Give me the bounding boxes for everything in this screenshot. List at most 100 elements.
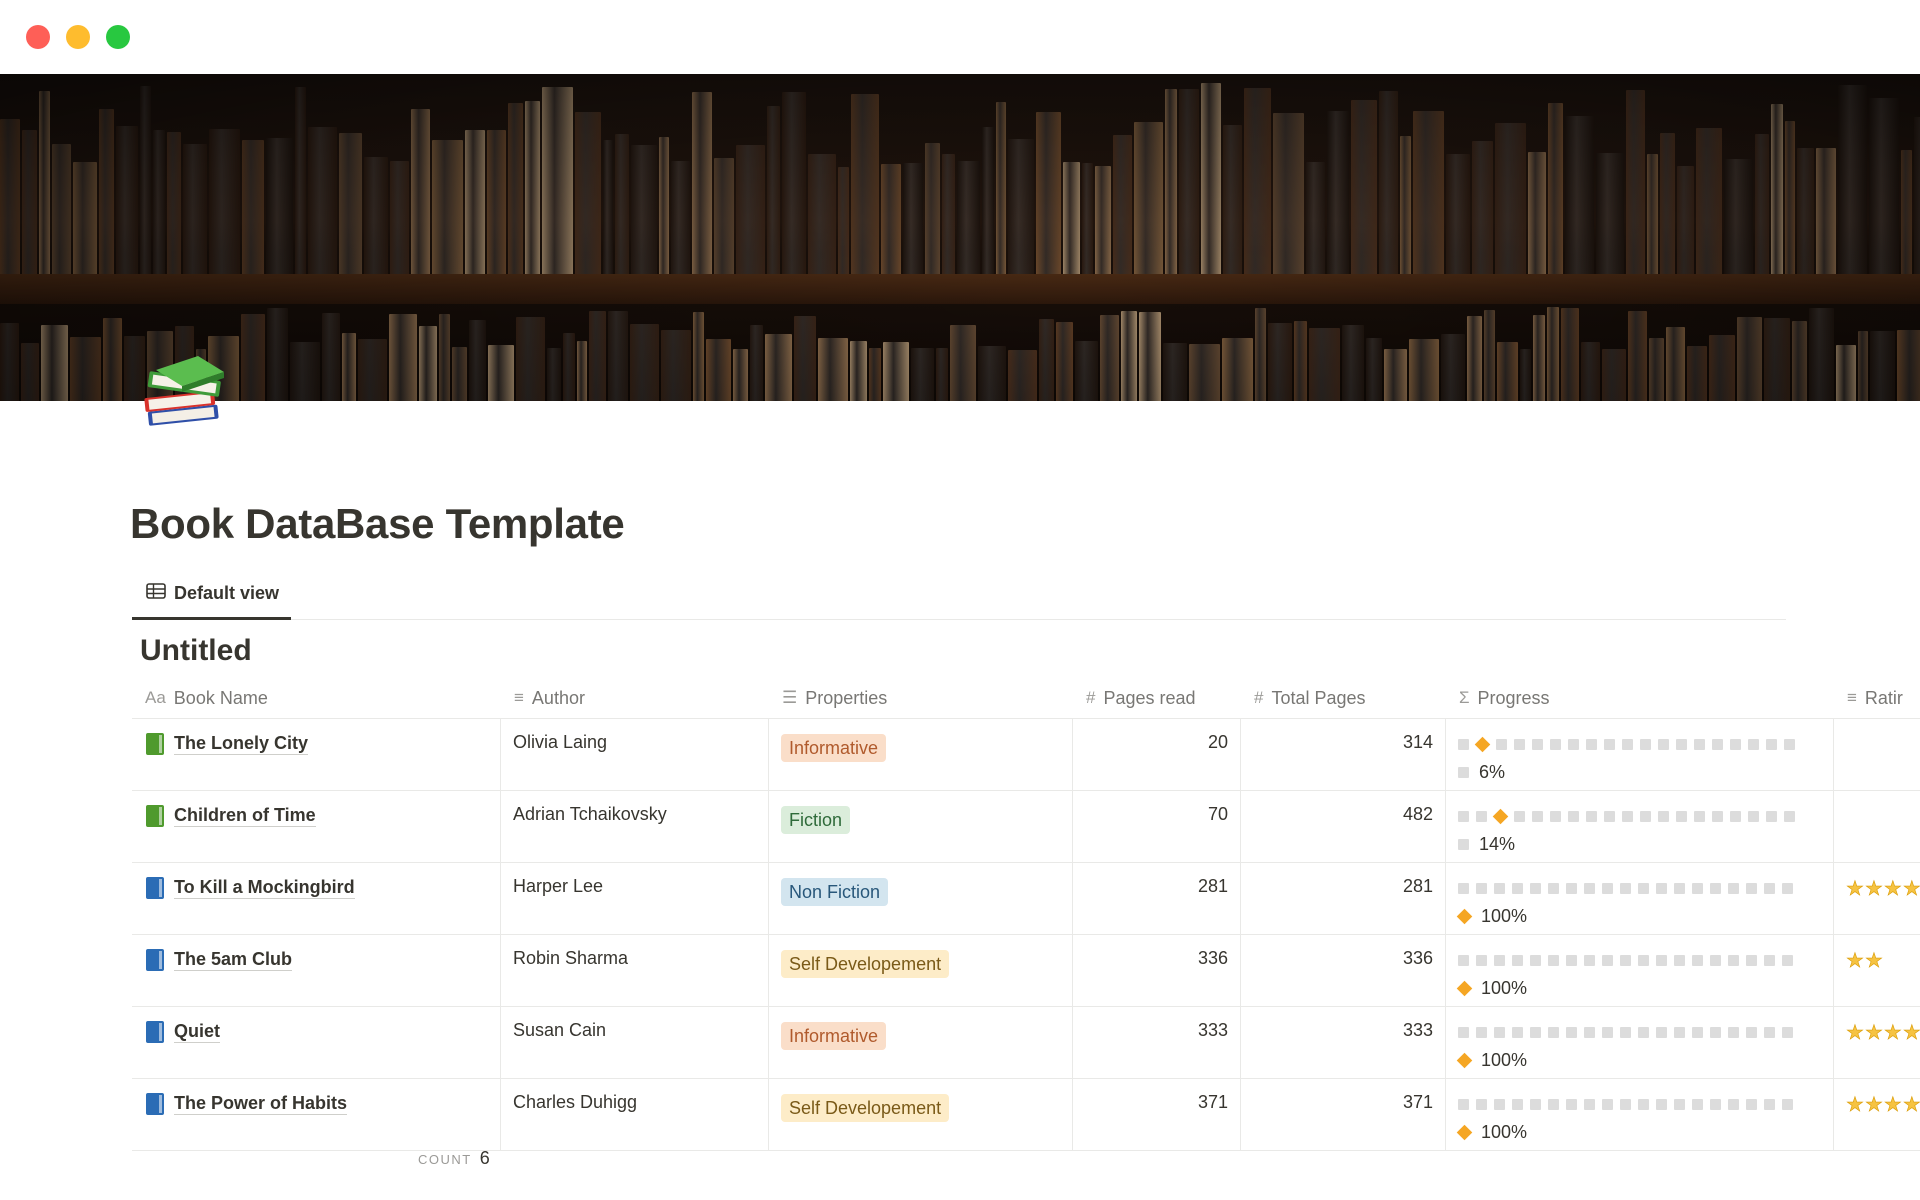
rating-cell[interactable]	[1834, 791, 1920, 863]
column-header-author[interactable]: ≡ Author	[501, 677, 585, 719]
book-name-cell[interactable]: To Kill a Mockingbird	[132, 863, 501, 935]
author-cell[interactable]: Harper Lee	[501, 863, 769, 935]
minimize-window-button[interactable]	[66, 25, 90, 49]
table-row[interactable]: The Lonely City Olivia Laing Informative 20…	[132, 719, 1920, 791]
tab-default-view[interactable]: Default view	[132, 570, 292, 620]
cover-book-spine	[266, 138, 293, 276]
page-cover-image[interactable]	[0, 74, 1920, 401]
book-name[interactable]: The Power of Habits	[174, 1092, 348, 1115]
table-row[interactable]: Quiet Susan Cain Informative 333 333 100% ★ ★ ★ ★	[132, 1007, 1920, 1079]
author-cell[interactable]: Olivia Laing	[501, 719, 769, 791]
progress-square	[1674, 954, 1685, 966]
table-footer-count[interactable]: COUNT 6	[418, 1148, 490, 1169]
star-icon: ★	[1864, 878, 1884, 900]
progress-marker-icon	[1456, 1124, 1473, 1141]
properties-cell[interactable]: Non Fiction	[769, 863, 1073, 935]
cover-book-spine	[116, 126, 138, 276]
cover-book-spine	[1222, 338, 1253, 401]
progress-percent: 100%	[1481, 1050, 1528, 1070]
blue-book-icon	[146, 948, 164, 971]
zoom-window-button[interactable]	[106, 25, 130, 49]
cover-book-spine	[1687, 346, 1707, 401]
rating-cell[interactable]: ★ ★ ★ ★	[1834, 1079, 1920, 1151]
book-name-cell[interactable]: The Power of Habits	[132, 1079, 501, 1151]
column-header-total-pages[interactable]: # Total Pages	[1241, 677, 1366, 719]
progress-square	[1728, 882, 1739, 894]
pages-read-cell[interactable]: 333	[1073, 1007, 1241, 1079]
star-icon: ★	[1883, 1094, 1903, 1116]
rating-cell[interactable]: ★ ★	[1834, 935, 1920, 1007]
books-icon[interactable]	[136, 346, 232, 442]
cover-shelf-plank	[0, 274, 1920, 304]
book-name-cell[interactable]: Quiet	[132, 1007, 501, 1079]
author-cell[interactable]: Adrian Tchaikovsky	[501, 791, 769, 863]
cover-book-spine	[0, 323, 19, 401]
progress-square	[1692, 1098, 1703, 1110]
progress-square	[1638, 954, 1649, 966]
book-name[interactable]: The Lonely City	[174, 732, 309, 755]
progress-percent-line: 6%	[1458, 762, 1821, 783]
book-name[interactable]: Quiet	[174, 1020, 221, 1043]
progress-square	[1584, 882, 1595, 894]
cover-book-spine	[1870, 331, 1895, 401]
book-name-cell[interactable]: The Lonely City	[132, 719, 501, 791]
table-row[interactable]: To Kill a Mockingbird Harper Lee Non Ficti…	[132, 863, 1920, 935]
author-cell[interactable]: Charles Duhigg	[501, 1079, 769, 1151]
pages-read-cell[interactable]: 20	[1073, 719, 1241, 791]
properties-cell[interactable]: Informative	[769, 1007, 1073, 1079]
rating-cell[interactable]: ★ ★ ★ ★	[1834, 1007, 1920, 1079]
column-header-properties[interactable]: ☰ Properties	[769, 677, 887, 719]
progress-square	[1638, 1026, 1649, 1038]
properties-cell[interactable]: Informative	[769, 719, 1073, 791]
progress-percent-line: 100%	[1456, 906, 1821, 927]
author-cell[interactable]: Susan Cain	[501, 1007, 769, 1079]
progress-square	[1674, 882, 1685, 894]
database-title[interactable]: Untitled	[140, 634, 252, 668]
properties-cell[interactable]: Fiction	[769, 791, 1073, 863]
cover-book-spine	[978, 346, 1006, 401]
star-icon: ★	[1864, 950, 1884, 972]
table-row[interactable]: Children of Time Adrian Tchaikovsky Fictio…	[132, 791, 1920, 863]
database-table: Aa Book Name ≡ Author ☰ Properties # Pag…	[132, 677, 1920, 1151]
cover-book-spine	[661, 330, 691, 401]
book-name[interactable]: To Kill a Mockingbird	[174, 876, 355, 899]
rating-cell[interactable]: ★ ★ ★ ★	[1834, 863, 1920, 935]
column-header-progress[interactable]: Σ Progress	[1446, 677, 1550, 719]
total-pages-cell[interactable]: 371	[1241, 1079, 1446, 1151]
table-row[interactable]: The 5am Club Robin Sharma Self Developemen…	[132, 935, 1920, 1007]
cover-book-spine	[1565, 116, 1594, 276]
table-row[interactable]: The Power of Habits Charles Duhigg Self De…	[132, 1079, 1920, 1151]
progress-bar	[1458, 736, 1821, 752]
book-name-cell[interactable]: The 5am Club	[132, 935, 501, 1007]
total-pages-cell[interactable]: 314	[1241, 719, 1446, 791]
book-name-cell[interactable]: Children of Time	[132, 791, 501, 863]
progress-square	[1728, 1098, 1739, 1110]
pages-read-cell[interactable]: 371	[1073, 1079, 1241, 1151]
column-header-rating[interactable]: ≡ Ratir	[1834, 677, 1903, 719]
pages-read-cell[interactable]: 336	[1073, 935, 1241, 1007]
cover-book-spine	[1223, 125, 1242, 276]
column-header-pages-read[interactable]: # Pages read	[1073, 677, 1196, 719]
total-pages-cell[interactable]: 482	[1241, 791, 1446, 863]
page-title[interactable]: Book DataBase Template	[130, 500, 625, 548]
pages-read-cell[interactable]: 70	[1073, 791, 1241, 863]
total-pages-cell[interactable]: 336	[1241, 935, 1446, 1007]
progress-square	[1586, 810, 1597, 822]
rating-cell[interactable]	[1834, 719, 1920, 791]
cover-book-spine	[1724, 159, 1753, 276]
total-pages-cell[interactable]: 333	[1241, 1007, 1446, 1079]
progress-square	[1494, 1026, 1505, 1038]
book-name[interactable]: Children of Time	[174, 804, 316, 827]
properties-cell[interactable]: Self Developement	[769, 935, 1073, 1007]
properties-cell[interactable]: Self Developement	[769, 1079, 1073, 1151]
pages-read-cell[interactable]: 281	[1073, 863, 1241, 935]
book-name-wrap: To Kill a Mockingbird	[144, 876, 488, 899]
formula-icon: Σ	[1459, 688, 1470, 707]
close-window-button[interactable]	[26, 25, 50, 49]
cover-book-spine	[70, 337, 101, 401]
author-cell[interactable]: Robin Sharma	[501, 935, 769, 1007]
total-pages-cell[interactable]: 281	[1241, 863, 1446, 935]
column-header-book-name[interactable]: Aa Book Name	[132, 677, 268, 719]
cover-book-spine	[733, 349, 748, 401]
book-name[interactable]: The 5am Club	[174, 948, 293, 971]
